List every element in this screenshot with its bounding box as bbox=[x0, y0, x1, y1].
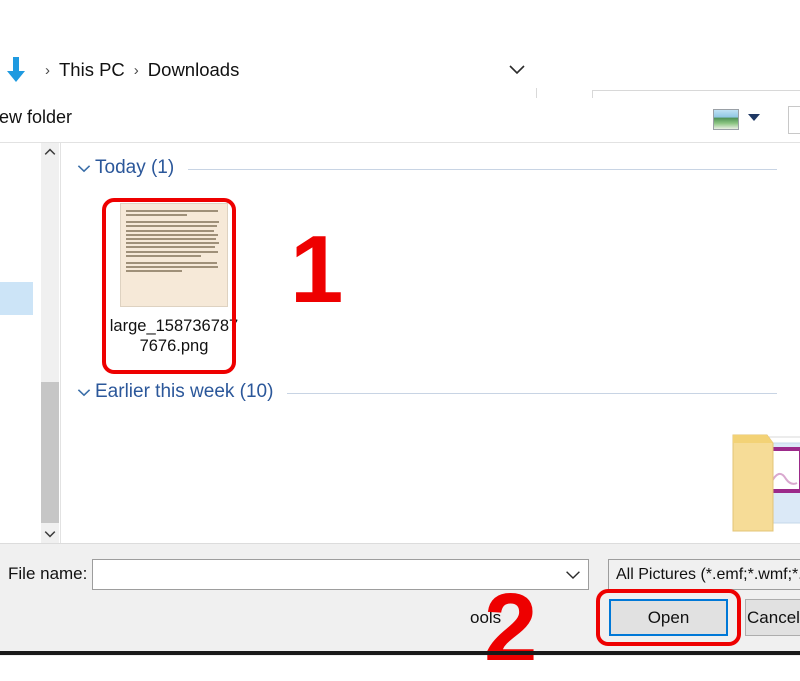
cancel-button-label: Cancel bbox=[747, 607, 800, 627]
picture-view-icon[interactable] bbox=[713, 109, 739, 130]
file-type-filter-value: All Pictures (*.emf;*.wmf;*. bbox=[616, 565, 800, 583]
cancel-button[interactable]: Cancel bbox=[745, 599, 800, 636]
file-open-dialog: › This PC › Downloads Search Downloads bbox=[0, 0, 800, 676]
open-button[interactable]: Open bbox=[609, 599, 728, 636]
nav-selected-item[interactable] bbox=[0, 282, 33, 315]
group-rule-today bbox=[188, 169, 777, 170]
breadcrumb-separator-1: › bbox=[133, 61, 139, 79]
file-type-filter-combobox[interactable]: All Pictures (*.emf;*.wmf;*. bbox=[608, 559, 800, 590]
group-header-earlier-this-week[interactable]: Earlier this week (10) bbox=[77, 381, 777, 403]
list-item[interactable]: large_1587367877676.png bbox=[107, 203, 241, 356]
file-list-pane: Today (1) large_1587367877676.png Earlie… bbox=[61, 143, 800, 543]
view-caret-down-icon[interactable] bbox=[748, 114, 760, 121]
folder-with-documents-icon bbox=[727, 427, 800, 539]
group-today-chevron-down-icon[interactable] bbox=[77, 161, 95, 176]
breadcrumb-item-this-pc[interactable]: This PC bbox=[59, 59, 125, 81]
filename-label: File name: bbox=[8, 564, 88, 583]
window-bottom-edge bbox=[0, 651, 800, 655]
toolbar: lew folder bbox=[0, 98, 800, 143]
scroll-down-chevron-down-icon[interactable] bbox=[41, 525, 59, 543]
navigation-pane: D:) E:) bbox=[0, 143, 33, 649]
new-folder-button[interactable]: lew folder bbox=[0, 107, 72, 128]
address-dropdown-chevron-down-icon[interactable] bbox=[500, 42, 534, 98]
group-earlier-chevron-down-icon[interactable] bbox=[77, 385, 95, 400]
annotation-number-1: 1 bbox=[290, 216, 344, 323]
list-item-filename: large_1587367877676.png bbox=[109, 317, 239, 356]
address-bar: › This PC › Downloads Search Downloads bbox=[0, 42, 800, 130]
group-title-earlier-this-week: Earlier this week (10) bbox=[95, 381, 274, 402]
breadcrumb[interactable]: › This PC › Downloads bbox=[36, 42, 239, 98]
navigation-scrollbar[interactable] bbox=[41, 143, 59, 543]
breadcrumb-item-downloads[interactable]: Downloads bbox=[148, 59, 240, 81]
dialog-body: D:) E:) Today (1) bbox=[0, 143, 800, 649]
annotation-number-2: 2 bbox=[484, 574, 538, 681]
open-button-label: Open bbox=[647, 607, 690, 627]
help-button[interactable] bbox=[788, 106, 800, 134]
group-rule-earlier bbox=[287, 393, 777, 394]
breadcrumb-separator-0: › bbox=[45, 61, 50, 79]
filename-chevron-down-icon[interactable] bbox=[558, 560, 588, 589]
document-text-thumbnail bbox=[120, 203, 228, 307]
group-title-today: Today (1) bbox=[95, 157, 175, 178]
scrollbar-thumb[interactable] bbox=[41, 382, 59, 523]
window-top-strip bbox=[0, 0, 800, 42]
group-header-today[interactable]: Today (1) bbox=[77, 157, 777, 179]
scroll-up-chevron-up-icon[interactable] bbox=[41, 143, 59, 161]
downloads-arrow-icon bbox=[2, 55, 30, 85]
